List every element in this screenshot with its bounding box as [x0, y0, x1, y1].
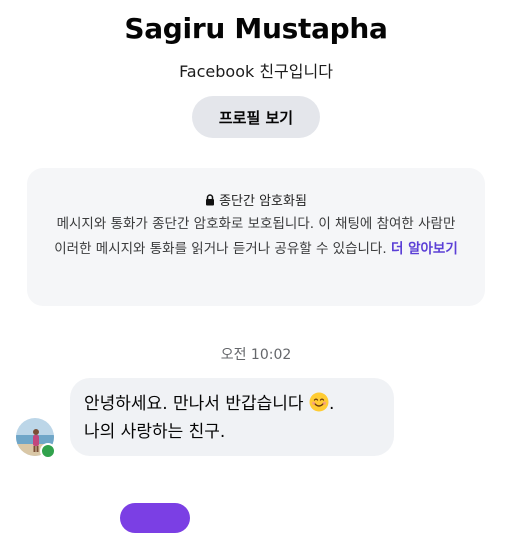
outgoing-message-bubble[interactable]: [120, 503, 190, 533]
message-text-line-2: 나의 사랑하는 친구.: [84, 422, 226, 442]
profile-subtitle: Facebook 친구입니다: [179, 62, 333, 81]
message-line-1-end: .: [328, 394, 335, 414]
message-line-1: 안녕하세요. 만나서 반갑습니다 .: [84, 390, 380, 418]
message-bubble[interactable]: 안녕하세요. 만나서 반갑습니다 . 나의 사랑하는 친구.: [70, 378, 394, 456]
encryption-notice-title: 종단간 암호화됨: [27, 190, 485, 209]
message-timestamp: 오전 10:02: [220, 347, 292, 363]
smiling-face-emoji-icon: [309, 392, 329, 412]
encryption-notice-body: 메시지와 통화가 종단간 암호화로 보호됩니다. 이 채팅에 참여한 사람만 이…: [51, 212, 461, 262]
profile-name: Sagiru Mustapha: [124, 12, 388, 45]
online-status-dot: [40, 443, 56, 459]
learn-more-link[interactable]: 더 알아보기: [391, 241, 458, 257]
view-profile-button[interactable]: 프로필 보기: [192, 96, 320, 138]
message-text-line-1: 안녕하세요. 만나서 반갑습니다: [84, 394, 304, 414]
encryption-title-text: 종단간 암호화됨: [219, 194, 307, 209]
encryption-notice-card: 종단간 암호화됨 메시지와 통화가 종단간 암호화로 보호됩니다. 이 채팅에 …: [27, 168, 485, 306]
lock-icon: [206, 193, 215, 205]
